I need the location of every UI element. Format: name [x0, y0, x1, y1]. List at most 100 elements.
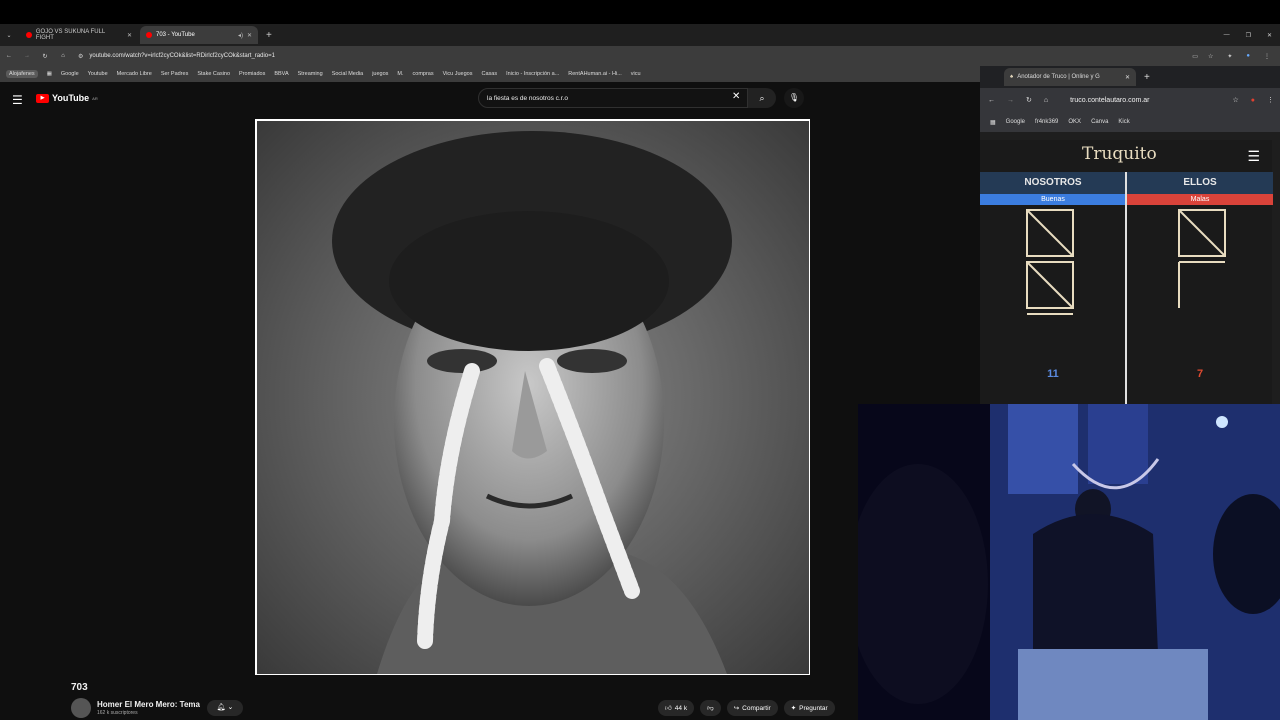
url-field[interactable]: youtube.com/watch?v=irlcf2cyCOk&list=RDi… — [89, 53, 275, 59]
reload-icon[interactable]: ↻ — [36, 53, 54, 60]
hamburger-menu-icon[interactable]: ☰ — [12, 93, 23, 107]
tab-703[interactable]: 703 - YouTube ◂) ✕ — [140, 26, 258, 44]
site-info-icon[interactable]: ⚙ — [78, 53, 83, 60]
like-count: 44 k — [674, 704, 688, 712]
bookmark-item[interactable]: Stake Casino — [197, 71, 230, 77]
bookmark-item[interactable]: BBVA — [274, 71, 288, 77]
hamburger-menu-icon[interactable]: ☰ — [1247, 148, 1260, 165]
logo-text: YouTube — [52, 93, 90, 103]
bookmark-item[interactable]: Social Media — [332, 71, 364, 77]
ellos-tally-marks — [1178, 209, 1226, 308]
team-nosotros-header: NOSOTROS — [980, 172, 1126, 194]
tab-gojo[interactable]: GOJO VS SUKUNA FULL FIGHT ✕ — [20, 26, 138, 44]
more-icon[interactable]: ⋮ — [1264, 53, 1270, 60]
youtube-page: ☰ ▶ YouTube AR la fiesta es de nosotros … — [0, 82, 980, 720]
star-icon[interactable]: ☆ — [1232, 96, 1238, 104]
truco-address-bar: ← → ↻ ⌂ truco.contelautaro.com.ar ☆ ● ⋮ — [980, 88, 1280, 112]
bookmark-item[interactable]: vicu — [631, 71, 641, 77]
thumbs-up-icon: 👍︎ — [665, 705, 672, 712]
back-icon[interactable]: ← — [988, 97, 995, 104]
ask-button[interactable]: ✦ Preguntar — [783, 700, 835, 716]
home-icon[interactable]: ⌂ — [54, 53, 72, 59]
maximize-icon[interactable]: ❐ — [1246, 32, 1251, 39]
bookmark-item[interactable]: M. — [397, 71, 403, 77]
bookmark-item[interactable]: Promiados — [239, 71, 265, 77]
reload-icon[interactable]: ↻ — [1026, 96, 1032, 104]
truco-tabstrip: ♠ Anotador de Truco | Online y G ✕ + — [980, 66, 1280, 88]
bookmarks-bar: Alojafenes ▦ Google Youtube Mercado Libr… — [0, 66, 980, 82]
cast-icon[interactable]: ▭ — [1192, 53, 1198, 60]
bookmark-item[interactable]: Canva — [1091, 119, 1108, 125]
video-frame — [257, 121, 809, 674]
truco-url-field[interactable]: truco.contelautaro.com.ar — [1070, 97, 1149, 104]
speaker-icon[interactable]: ◂) — [238, 32, 243, 39]
extensions-icon[interactable]: ✦ — [1227, 53, 1232, 60]
video-player[interactable] — [255, 119, 810, 675]
bookmark-item[interactable]: compras — [413, 71, 434, 77]
webcam-overlay — [858, 404, 1280, 720]
notification-bell-button[interactable]: 🔔︎ ⌄ — [207, 700, 243, 716]
minimize-icon[interactable]: — — [1224, 32, 1230, 38]
close-icon[interactable]: ✕ — [247, 32, 252, 39]
app-title: Truquito — [1082, 144, 1157, 164]
forward-icon[interactable]: → — [18, 53, 36, 59]
bookmark-item[interactable]: Streaming — [298, 71, 323, 77]
more-icon[interactable]: ⋮ — [1267, 96, 1274, 104]
nosotros-status: Buenas — [980, 194, 1126, 205]
voice-search-button[interactable]: 🎙 — [784, 88, 804, 108]
bookmark-item[interactable]: fr4nk369 — [1035, 119, 1058, 125]
search-button[interactable]: ⌕ — [748, 88, 776, 108]
bell-icon: 🔔︎ ⌄ — [216, 704, 234, 711]
like-button[interactable]: 👍︎ 44 k — [658, 700, 695, 716]
bookmark-item[interactable]: Google — [61, 71, 79, 77]
forward-icon[interactable]: → — [1007, 97, 1014, 104]
bookmark-item[interactable]: juegos — [372, 71, 388, 77]
close-icon[interactable]: ✕ — [127, 32, 132, 39]
new-tab-button[interactable]: + — [1144, 72, 1150, 83]
truco-browser-window: ♠ Anotador de Truco | Online y G ✕ + ← →… — [980, 66, 1280, 406]
profile-icon[interactable]: ● — [1251, 97, 1255, 104]
back-icon[interactable]: ← — [0, 53, 18, 59]
apps-grid-icon[interactable]: ▦ — [990, 119, 996, 126]
window-close-icon[interactable]: ✕ — [1267, 32, 1272, 39]
youtube-logo[interactable]: ▶ YouTube AR — [36, 93, 98, 103]
subscriber-count: 162 k suscriptores — [97, 710, 138, 716]
nosotros-tally-marks — [1026, 209, 1074, 315]
mic-icon: 🎙 — [788, 93, 800, 102]
bookmark-item[interactable]: Kick — [1118, 119, 1129, 125]
close-icon[interactable]: ✕ — [1125, 74, 1130, 81]
bookmark-item[interactable]: Vicu Juegos — [443, 71, 473, 77]
bookmark-item[interactable]: Alojafenes — [6, 70, 38, 78]
truco-tab[interactable]: ♠ Anotador de Truco | Online y G ✕ — [1004, 68, 1136, 86]
search-input[interactable]: la fiesta es de nosotros c.r.o — [478, 88, 748, 108]
browser-tabstrip: ⌄ GOJO VS SUKUNA FULL FIGHT ✕ 703 - YouT… — [0, 24, 1280, 46]
bookmark-item[interactable]: Inicio - Inscripción a... — [506, 71, 559, 77]
clear-search-icon[interactable]: ✕ — [732, 91, 740, 102]
youtube-favicon-icon — [26, 32, 32, 38]
bookmark-item[interactable]: OKX — [1068, 119, 1081, 125]
share-label: Compartir — [742, 704, 771, 712]
profile-icon[interactable]: ● — [1246, 53, 1250, 59]
ellos-status: Malas — [1127, 194, 1273, 205]
home-icon[interactable]: ⌂ — [1044, 97, 1048, 104]
share-button[interactable]: ↪ Compartir — [726, 700, 778, 716]
sparkle-icon: ✦ — [790, 705, 797, 712]
apps-grid-icon[interactable]: ▦ — [47, 71, 52, 77]
bookmark-item[interactable]: Mercado Libre — [117, 71, 152, 77]
bookmark-item[interactable]: Google — [1006, 119, 1025, 125]
channel-name[interactable]: Homer El Mero Mero: Tema — [97, 700, 200, 709]
dislike-button[interactable]: 👎︎ — [700, 700, 721, 716]
new-tab-button[interactable]: + — [266, 30, 272, 41]
screen: ⌄ GOJO VS SUKUNA FULL FIGHT ✕ 703 - YouT… — [0, 0, 1280, 720]
bookmark-item[interactable]: Youtube — [88, 71, 108, 77]
tab-search-icon[interactable]: ⌄ — [0, 32, 18, 39]
star-icon[interactable]: ☆ — [1208, 53, 1213, 60]
ask-label: Preguntar — [799, 704, 828, 712]
avatar[interactable] — [71, 698, 91, 718]
top-black-bar — [0, 0, 1280, 24]
bookmark-item[interactable]: RentAHuman.ai - Hi... — [568, 71, 622, 77]
truco-favicon-icon: ♠ — [1010, 74, 1014, 80]
bookmark-item[interactable]: Ser Padres — [161, 71, 189, 77]
bookmark-item[interactable]: Casas — [482, 71, 498, 77]
channel-info: Homer El Mero Mero: Tema 162 k suscripto… — [71, 698, 200, 718]
